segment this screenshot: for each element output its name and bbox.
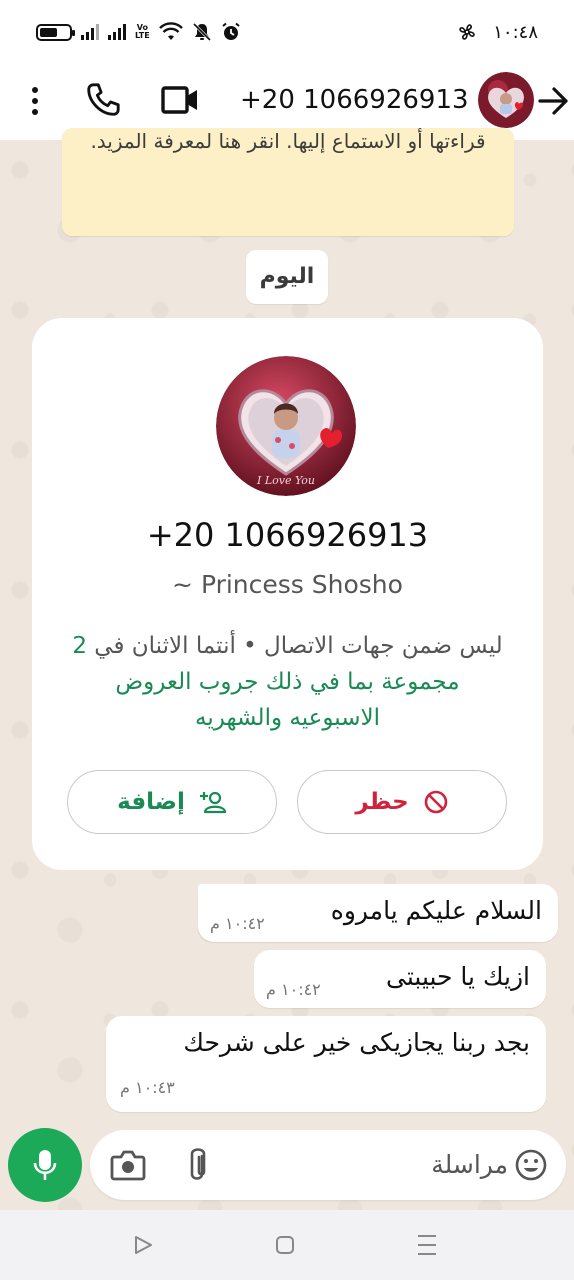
status-icons-right: ١٠:٤٨ (457, 22, 538, 43)
message-bubble[interactable]: السلام عليكم يامروه ١٠:٤٢ م (198, 884, 558, 942)
message-composer[interactable]: مراسلة (90, 1130, 566, 1200)
message-bubble[interactable]: بجد ربنا يجازيكى خير على شرحك ١٠:٤٣ م (106, 1016, 546, 1112)
mic-icon (33, 1150, 57, 1180)
message-bubble[interactable]: ازيك يا حبيبتى ١٠:٤٢ م (254, 950, 546, 1008)
volte-icon: Vo LTE (135, 23, 150, 40)
message-time: ١٠:٤٣ م (120, 1078, 175, 1097)
add-contact-button[interactable]: إضافة (67, 770, 277, 834)
svg-text:I Love You: I Love You (256, 474, 315, 487)
emoji-icon[interactable] (514, 1148, 548, 1182)
message-time: ١٠:٤٢ م (210, 914, 265, 933)
status-icons-left: Vo LTE (36, 22, 241, 42)
contact-push-name: ~ Princess Shosho (172, 570, 403, 599)
status-time: ١٠:٤٨ (493, 21, 538, 43)
notice-text: قراءتها أو الاستماع إليها. انقر هنا لمعر… (90, 129, 486, 153)
chat-screen: Vo LTE ١٠:٤٨ +20 1066926913 قراءتها أو ا… (0, 0, 574, 1280)
unknown-contact-card: I Love You +20 1066926913 ~ Princess Sho… (32, 318, 543, 870)
voice-record-button[interactable] (8, 1128, 82, 1202)
contact-avatar[interactable]: I Love You (216, 356, 356, 496)
video-icon[interactable] (160, 80, 200, 120)
date-chip: اليوم (246, 250, 328, 304)
attach-icon[interactable] (184, 1146, 210, 1184)
more-vertical-icon[interactable] (24, 82, 46, 120)
system-nav-bar (0, 1210, 574, 1280)
camera-icon[interactable] (110, 1148, 146, 1182)
contact-desc-text: ليس ضمن جهات الاتصال • أنتما الاثنان في (94, 633, 503, 659)
avatar[interactable] (478, 72, 534, 128)
block-label: حظر (355, 789, 409, 815)
message-text: السلام عليكم يامروه (330, 896, 542, 925)
nav-back-icon[interactable] (132, 1234, 154, 1256)
message-input[interactable]: مراسلة (408, 1148, 508, 1182)
contact-phone: +20 1066926913 (146, 516, 429, 554)
block-button[interactable]: حظر (297, 770, 507, 834)
back-arrow-icon[interactable] (536, 82, 570, 120)
wifi-icon (158, 22, 183, 40)
add-person-icon (199, 791, 226, 814)
message-text: ازيك يا حبيبتى (386, 962, 530, 991)
pinwheel-icon (459, 24, 475, 40)
battery-icon (36, 23, 75, 41)
alarm-icon (222, 22, 240, 40)
add-label: إضافة (117, 789, 185, 815)
nav-recents-icon[interactable] (416, 1232, 438, 1258)
encryption-notice[interactable]: قراءتها أو الاستماع إليها. انقر هنا لمعر… (62, 128, 514, 236)
message-text: بجد ربنا يجازيكى خير على شرحك (183, 1028, 530, 1057)
mute-icon (192, 22, 211, 42)
block-icon (424, 790, 447, 814)
message-time: ١٠:٤٢ م (266, 980, 321, 999)
status-bar: Vo LTE ١٠:٤٨ (0, 0, 574, 64)
signal-icon (81, 24, 99, 40)
phone-icon[interactable] (84, 80, 122, 120)
contact-description: ليس ضمن جهات الاتصال • أنتما الاثنان في … (72, 628, 503, 736)
contact-title[interactable]: +20 1066926913 (240, 80, 469, 120)
nav-home-icon[interactable] (274, 1234, 296, 1256)
signal-icon (108, 24, 126, 40)
